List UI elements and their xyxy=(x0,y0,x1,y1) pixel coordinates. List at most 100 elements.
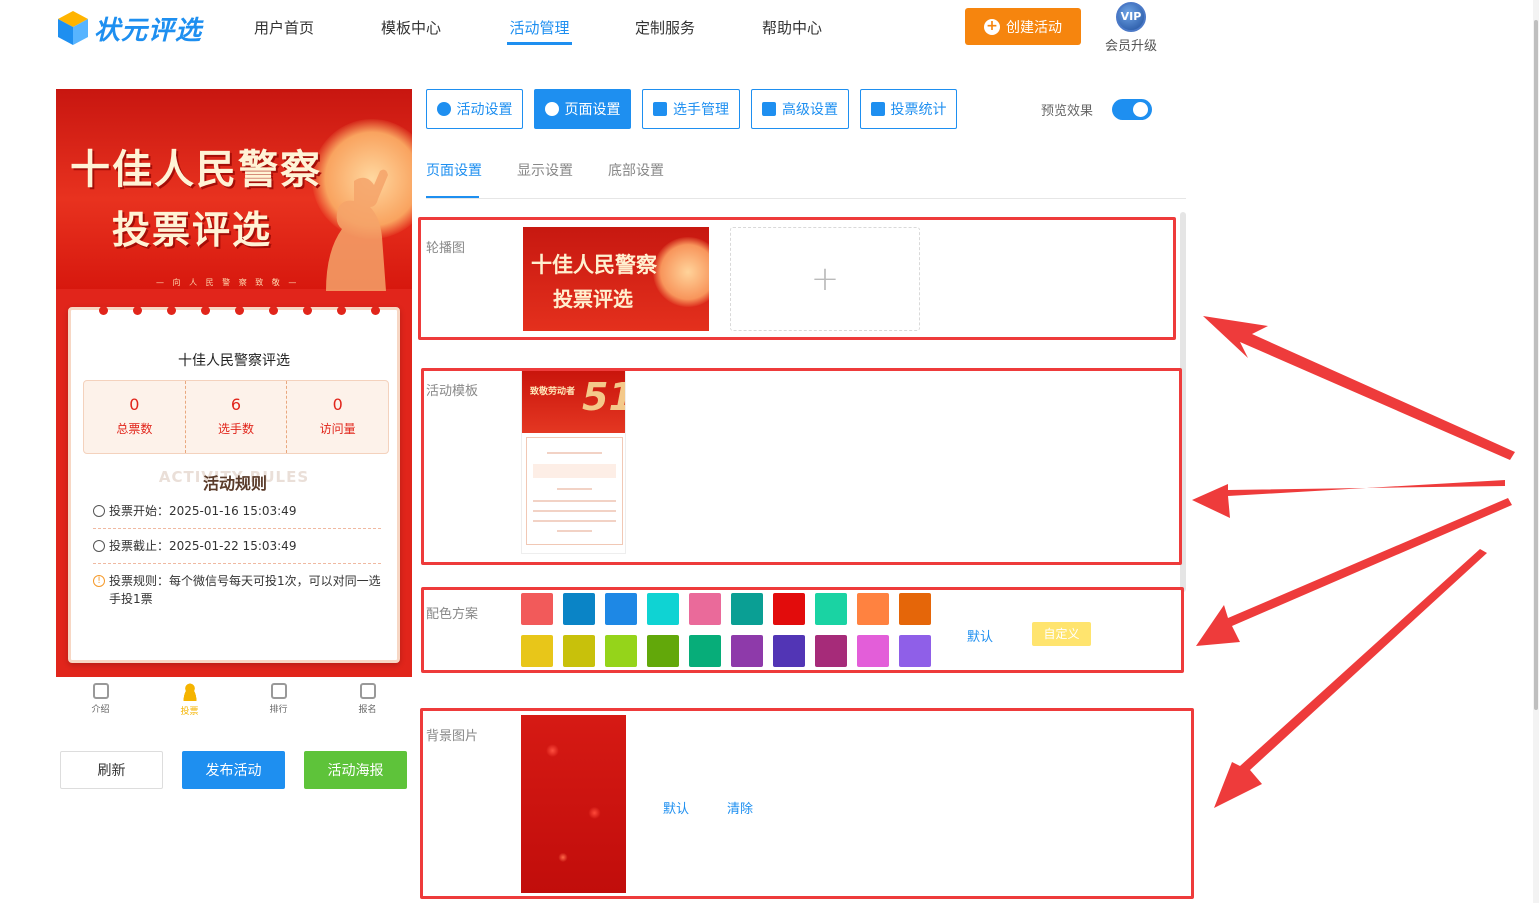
banner-subtitle: — 向 人 民 警 察 致 敬 — xyxy=(156,278,300,287)
subtab-divider xyxy=(426,198,1186,199)
stat-label: 访问量 xyxy=(319,422,356,436)
tab-vote[interactable]: 投票 xyxy=(145,677,234,721)
subtab-page-settings[interactable]: 页面设置 xyxy=(426,160,482,180)
binder-ring xyxy=(303,306,312,315)
tab-label: 投票 xyxy=(180,707,199,717)
cube-logo-icon xyxy=(58,11,88,45)
create-activity-label: 创建活动 xyxy=(1006,19,1062,36)
highlight-box-background xyxy=(420,708,1194,899)
users-icon xyxy=(653,102,667,116)
nav-activity-management[interactable]: 活动管理 xyxy=(507,16,572,40)
nav-active-underline xyxy=(507,42,572,45)
activity-settings-button[interactable]: 活动设置 xyxy=(426,89,523,129)
tool-label: 活动设置 xyxy=(456,102,513,118)
tool-label: 页面设置 xyxy=(564,102,621,118)
activity-poster-button[interactable]: 活动海报 xyxy=(304,751,407,789)
user-icon xyxy=(180,683,199,701)
tool-label: 高级设置 xyxy=(782,102,838,118)
plus-circle-icon: + xyxy=(984,18,1000,35)
arrow-to-carousel xyxy=(1203,316,1515,460)
toggle-knob xyxy=(1133,102,1148,117)
stat-value: 6 xyxy=(230,395,242,414)
preview-tabbar: 介绍 投票 排行 报名 xyxy=(56,677,412,721)
arrow-to-background xyxy=(1214,549,1487,808)
arrow-to-colors xyxy=(1196,498,1512,646)
tab-label: 介绍 xyxy=(91,705,110,715)
nav-custom-service[interactable]: 定制服务 xyxy=(634,16,696,40)
stat-value: 0 xyxy=(332,395,343,414)
form-icon xyxy=(359,683,376,699)
star-icon xyxy=(436,102,451,116)
nav-help-center[interactable]: 帮助中心 xyxy=(761,16,823,40)
clock-icon xyxy=(93,540,105,552)
vote-statistics-button[interactable]: 投票统计 xyxy=(860,89,957,129)
arrow-group xyxy=(1192,316,1515,808)
tab-intro[interactable]: 介绍 xyxy=(56,677,145,721)
warning-icon: ! xyxy=(93,575,105,587)
saluting-police-figure xyxy=(326,169,388,291)
stat-label: 选手数 xyxy=(218,422,255,436)
tool-label: 选手管理 xyxy=(673,102,729,118)
nav-template-center[interactable]: 模板中心 xyxy=(380,16,442,40)
arrow-to-template xyxy=(1192,480,1505,518)
tab-label: 排行 xyxy=(269,705,288,715)
banner-title-line2: 投票评选 xyxy=(112,207,273,252)
stats-panel: 0 总票数 6 选手数 0 访问量 xyxy=(83,380,389,454)
vote-rule-row: ! 投票规则：每个微信号每天可投1次，可以对同一选手投1票 xyxy=(93,572,381,616)
preview-effect-label: 预览效果 xyxy=(1041,104,1094,119)
subtab-footer-settings[interactable]: 底部设置 xyxy=(608,160,664,180)
stat-value: 0 xyxy=(129,395,140,414)
publish-activity-button[interactable]: 发布活动 xyxy=(182,751,285,789)
refresh-button[interactable]: 刷新 xyxy=(60,751,163,789)
subtab-display-settings[interactable]: 显示设置 xyxy=(517,160,573,180)
stat-contestants: 6 选手数 xyxy=(186,381,288,453)
tab-label: 报名 xyxy=(358,705,377,715)
advanced-settings-button[interactable]: 高级设置 xyxy=(751,89,849,129)
settings-list-icon xyxy=(762,102,776,116)
bar-chart-icon xyxy=(870,102,885,116)
binder-ring xyxy=(167,306,176,315)
nav-user-home[interactable]: 用户首页 xyxy=(253,16,315,40)
preview-effect-toggle[interactable] xyxy=(1112,99,1152,120)
activity-card: 十佳人民警察评选 0 总票数 6 选手数 0 访问量 ACTIVITY RULE… xyxy=(68,306,400,663)
preview-banner: 十佳人民警察 投票评选 — 向 人 民 警 察 致 敬 — xyxy=(56,89,412,291)
tool-label: 投票统计 xyxy=(890,102,947,118)
rules-title: 活动规则 xyxy=(203,474,268,493)
document-icon xyxy=(92,683,109,699)
binder-ring xyxy=(235,306,244,315)
contestant-management-button[interactable]: 选手管理 xyxy=(642,89,740,129)
vote-rule-text: 投票规则：每个微信号每天可投1次，可以对同一选手投1票 xyxy=(109,574,381,606)
vip-upgrade-label: 会员升级 xyxy=(1104,39,1157,54)
binder-ring xyxy=(269,306,278,315)
logo-text: 状元评选 xyxy=(94,15,203,46)
stat-visits: 0 访问量 xyxy=(287,381,388,453)
binder-ring xyxy=(133,306,142,315)
binder-ring xyxy=(337,306,346,315)
highlight-box-carousel xyxy=(418,217,1176,340)
banner-title-line1: 十佳人民警察 xyxy=(70,146,322,193)
mobile-preview: 十佳人民警察 投票评选 — 向 人 民 警 察 致 敬 — 十佳人民警察评选 0… xyxy=(56,89,412,677)
vip-badge-icon: VIP xyxy=(1116,2,1146,32)
binder-ring xyxy=(201,306,210,315)
page-scrollbar-thumb[interactable] xyxy=(1534,20,1538,710)
vote-end-row: 投票截止：2025-01-22 15:03:49 xyxy=(93,537,381,564)
highlight-box-colors xyxy=(421,587,1184,673)
tab-signup[interactable]: 报名 xyxy=(323,677,412,721)
gear-icon xyxy=(544,102,559,116)
vote-start-row: 投票开始：2025-01-16 15:03:49 xyxy=(93,502,381,529)
vote-end-text: 投票截止：2025-01-22 15:03:49 xyxy=(109,539,297,553)
bar-chart-icon xyxy=(270,683,287,699)
rules-heading: ACTIVITY RULES 活动规则 xyxy=(71,468,397,493)
page-settings-button[interactable]: 页面设置 xyxy=(534,89,631,129)
vote-start-text: 投票开始：2025-01-16 15:03:49 xyxy=(109,504,297,518)
subtab-active-underline xyxy=(426,196,479,198)
highlight-box-template xyxy=(421,368,1182,565)
binder-ring xyxy=(99,306,108,315)
create-activity-button[interactable]: + 创建活动 xyxy=(965,8,1081,45)
tab-ranking[interactable]: 排行 xyxy=(234,677,323,721)
binder-ring xyxy=(371,306,380,315)
clock-icon xyxy=(93,505,105,517)
stat-label: 总票数 xyxy=(116,422,153,436)
logo[interactable]: 状元评选 xyxy=(56,8,206,48)
vip-upgrade[interactable]: VIP 会员升级 xyxy=(1104,2,1158,54)
